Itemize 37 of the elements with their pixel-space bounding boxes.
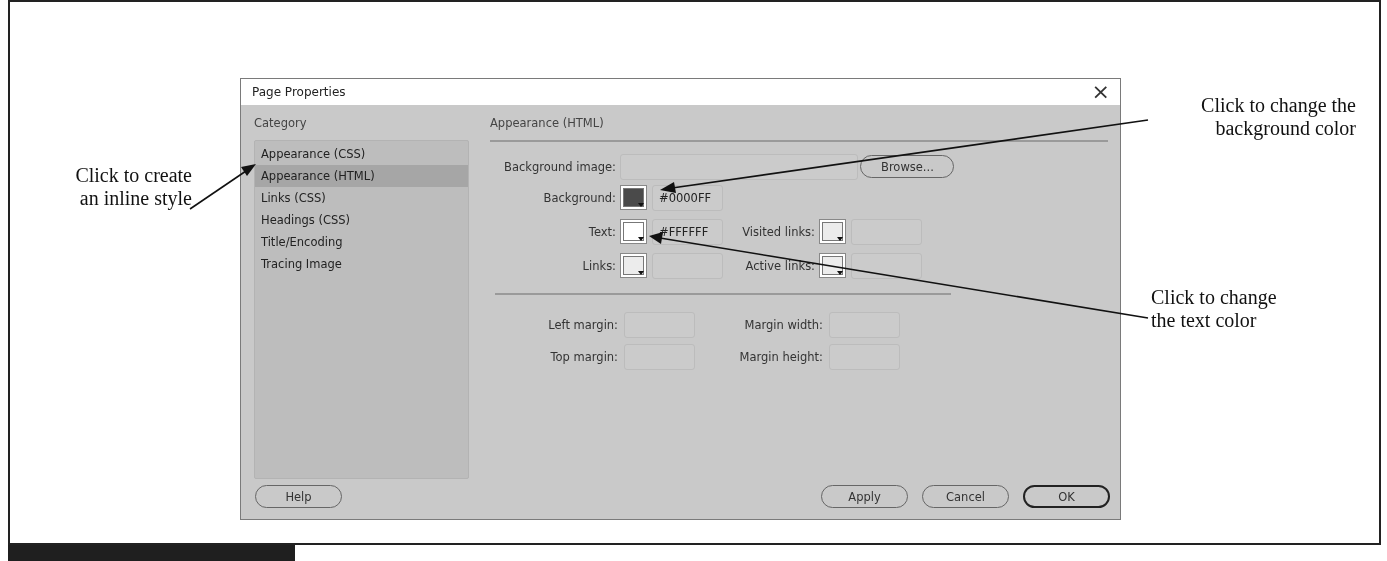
window-title: Page Properties (252, 84, 346, 99)
close-button[interactable]: × (1085, 80, 1116, 103)
category-item[interactable]: Appearance (CSS) (255, 142, 468, 165)
field-label: Links: (581, 258, 616, 273)
category-label: Category (254, 115, 307, 130)
category-item[interactable]: Tracing Image (255, 252, 468, 275)
input-field[interactable] (620, 153, 858, 180)
dialog-button[interactable]: Apply (821, 485, 908, 509)
category-item[interactable]: Links (CSS) (255, 186, 468, 209)
category-item[interactable]: Headings (CSS) (255, 208, 468, 231)
input-field[interactable] (851, 252, 922, 279)
color-picker[interactable] (620, 185, 647, 211)
input-field[interactable]: #FFFFFF (652, 218, 723, 245)
dialog-button[interactable]: Cancel (922, 485, 1009, 509)
color-picker[interactable] (620, 253, 647, 279)
dialog-button[interactable]: Help (255, 485, 342, 509)
category-item[interactable]: Appearance (HTML) (255, 164, 468, 187)
browse-button[interactable]: Browse... (860, 155, 954, 179)
field-label: Active links: (744, 258, 815, 273)
category-item[interactable]: Title/Encoding (255, 230, 468, 253)
field-label: Text: (587, 224, 616, 239)
callout-text: Click to change the background color (1200, 94, 1356, 140)
field-label: Margin width: (743, 317, 823, 332)
callout-text: Click to create an inline style (74, 164, 192, 210)
input-field[interactable]: #0000FF (652, 184, 723, 211)
field-label: Visited links: (741, 224, 815, 239)
color-picker[interactable] (819, 219, 846, 245)
dialog-button[interactable]: OK (1023, 485, 1110, 509)
section-heading: Appearance (HTML) (490, 115, 604, 130)
field-label: Margin height: (738, 349, 823, 364)
color-picker[interactable] (620, 219, 647, 245)
color-picker[interactable] (819, 253, 846, 279)
field-label: Top margin: (549, 349, 618, 364)
callout-text: Click to change the text color (1151, 286, 1278, 332)
field-label: Background: (542, 190, 616, 205)
field-label: Background image: (503, 159, 616, 174)
field-label: Left margin: (547, 317, 618, 332)
